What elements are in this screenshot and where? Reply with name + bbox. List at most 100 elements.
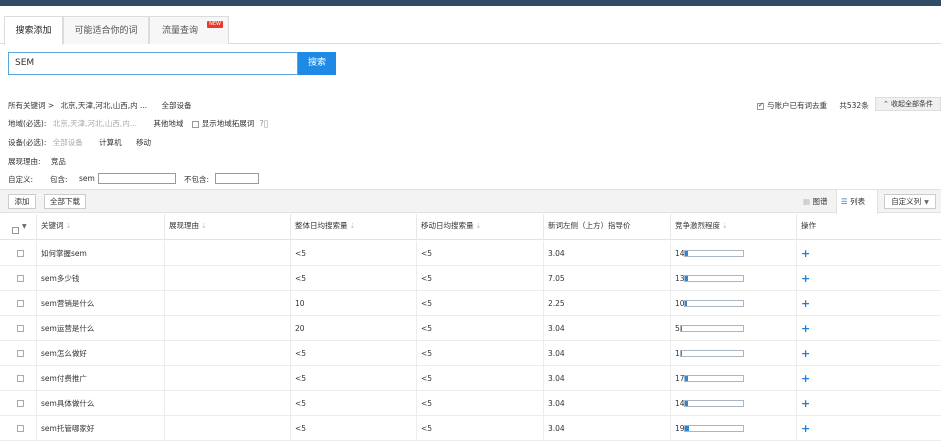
col-reason[interactable]: 展现理由 ⇣ (164, 214, 290, 240)
cell-mobile: <5 (421, 274, 433, 283)
column-divider (543, 366, 544, 391)
summary-region[interactable]: 北京,天津,河北,山西,内 ... (61, 101, 148, 110)
show-expand-option[interactable]: 显示地域拓展词 (191, 119, 254, 128)
col-keyword[interactable]: 关键词 ⇣ (36, 214, 164, 240)
cell-keyword: sem托管哪家好 (41, 424, 95, 433)
dedupe-option[interactable]: 与账户已有词去重 共532条 (757, 100, 869, 111)
region-filter: 地域(必选): 北京,天津,河北,山西,内... 其他地域 显示地域拓展词 ?⃝ (8, 118, 268, 129)
competition-bar (684, 300, 744, 307)
select-all-checkbox[interactable] (12, 226, 19, 234)
view-chart-tab[interactable]: ▦ 图谱 (799, 190, 833, 214)
cell-price: 3.04 (548, 374, 565, 383)
row-checkbox[interactable] (17, 425, 24, 432)
row-checkbox[interactable] (17, 350, 24, 357)
custom-columns-button[interactable]: 自定义列 ▼ (884, 194, 936, 209)
table-row: sem付费推广 <5 <5 3.04 17 + (0, 366, 941, 391)
row-checkbox[interactable] (17, 325, 24, 332)
column-divider (416, 366, 417, 391)
tab-traffic-query-label: 流量查询 (162, 26, 199, 36)
custom-columns-label: 自定义列 (891, 197, 922, 206)
add-keyword-icon[interactable]: + (801, 316, 810, 341)
tab-suggested-words[interactable]: 可能适合你的词 (63, 16, 149, 44)
device-pc-option[interactable]: 计算机 (99, 138, 122, 147)
add-keyword-icon[interactable]: + (801, 391, 810, 416)
column-divider (416, 391, 417, 416)
other-region-link[interactable]: 其他地域 (153, 119, 183, 128)
sort-icon: ⇣ (475, 222, 482, 230)
column-divider (164, 416, 165, 441)
cell-mobile: <5 (421, 324, 433, 333)
cell-keyword: sem营销是什么 (41, 299, 95, 308)
device-mobile-option[interactable]: 移动 (136, 138, 151, 147)
summary-all-keywords[interactable]: 所有关键词 > (8, 101, 54, 110)
reason-value[interactable]: 竞品 (51, 157, 66, 166)
column-divider (670, 291, 671, 316)
add-keyword-icon[interactable]: + (801, 366, 810, 391)
row-checkbox[interactable] (17, 250, 24, 257)
include-input[interactable] (98, 173, 176, 184)
region-value[interactable]: 北京,天津,河北,山西,内... (53, 119, 137, 128)
column-divider (416, 341, 417, 366)
show-expand-checkbox[interactable] (191, 120, 199, 128)
tab-search-add[interactable]: 搜索添加 (4, 16, 63, 45)
add-button[interactable]: 添加 (8, 194, 36, 209)
add-keyword-icon[interactable]: + (801, 266, 810, 291)
exclude-input[interactable] (215, 173, 259, 184)
cell-price: 3.04 (548, 424, 565, 433)
col-mobile-volume[interactable]: 移动日均搜索量 ⇣ (416, 214, 543, 240)
column-divider (164, 266, 165, 291)
cell-price: 7.05 (548, 274, 565, 283)
collapse-conditions-button[interactable]: ⌃ 收起全部条件 (875, 97, 941, 111)
column-divider (164, 391, 165, 416)
column-divider (543, 291, 544, 316)
select-menu-icon[interactable]: ▼ (22, 223, 27, 230)
help-icon[interactable]: ?⃝ (260, 119, 268, 128)
add-keyword-icon[interactable]: + (801, 291, 810, 316)
device-all-option[interactable]: 全部设备 (53, 138, 83, 147)
competition-bar-fill (681, 326, 682, 331)
table-header: ▼ 关键词 ⇣ 展现理由 ⇣ 整体日均搜索量 ⇣ 移动日均搜索量 ⇣ 新词左侧（上方）指… (0, 214, 941, 240)
column-divider (796, 316, 797, 341)
table-toolbar: 添加 全部下载 ▦ 图谱 ☰ 列表 自定义列 ▼ (0, 189, 941, 214)
dedupe-checkbox[interactable] (757, 101, 764, 110)
add-keyword-icon[interactable]: + (801, 341, 810, 366)
add-keyword-icon[interactable]: + (801, 241, 810, 266)
column-divider (164, 241, 165, 266)
add-keyword-icon[interactable]: + (801, 416, 810, 441)
reason-label: 展现理由: (8, 157, 41, 166)
cell-keyword: sem付费推广 (41, 374, 87, 383)
cell-price: 3.04 (548, 399, 565, 408)
sort-icon: ⇣ (722, 222, 728, 230)
row-checkbox[interactable] (17, 400, 24, 407)
column-divider (290, 291, 291, 316)
col-total-volume[interactable]: 整体日均搜索量 ⇣ (290, 214, 416, 240)
search-button[interactable]: 搜索 (298, 52, 336, 75)
tab-traffic-query[interactable]: 流量查询 NEW (149, 16, 229, 44)
summary-device[interactable]: 全部设备 (162, 101, 192, 110)
row-checkbox[interactable] (17, 375, 24, 382)
col-price[interactable]: 新词左侧（上方）指导价 (543, 214, 670, 240)
column-divider (543, 316, 544, 341)
select-all-control[interactable]: ▼ (8, 214, 36, 240)
competition-bar (684, 400, 744, 407)
column-divider (36, 291, 37, 316)
sort-icon: ⇣ (349, 222, 356, 230)
col-competition[interactable]: 竞争激烈程度 ⇣ (670, 214, 796, 240)
competition-bar-fill (685, 251, 688, 256)
table-row: sem运营是什么 20 <5 3.04 5 + (0, 316, 941, 341)
column-divider (796, 366, 797, 391)
column-divider (290, 341, 291, 366)
row-checkbox[interactable] (17, 275, 24, 282)
row-checkbox[interactable] (17, 300, 24, 307)
search-input[interactable]: SEM (8, 52, 298, 75)
download-all-button[interactable]: 全部下载 (44, 194, 86, 209)
view-list-tab[interactable]: ☰ 列表 (836, 190, 878, 214)
column-divider (416, 416, 417, 441)
table-row: sem托管哪家好 <5 <5 3.04 19 + (0, 416, 941, 441)
dedupe-label: 与账户已有词去重 (767, 101, 827, 110)
col-keyword-label: 关键词 (41, 221, 64, 230)
column-divider (796, 341, 797, 366)
column-divider (670, 266, 671, 291)
col-action: 操作 (796, 214, 941, 240)
custom-filter-label: 自定义: (8, 175, 34, 184)
